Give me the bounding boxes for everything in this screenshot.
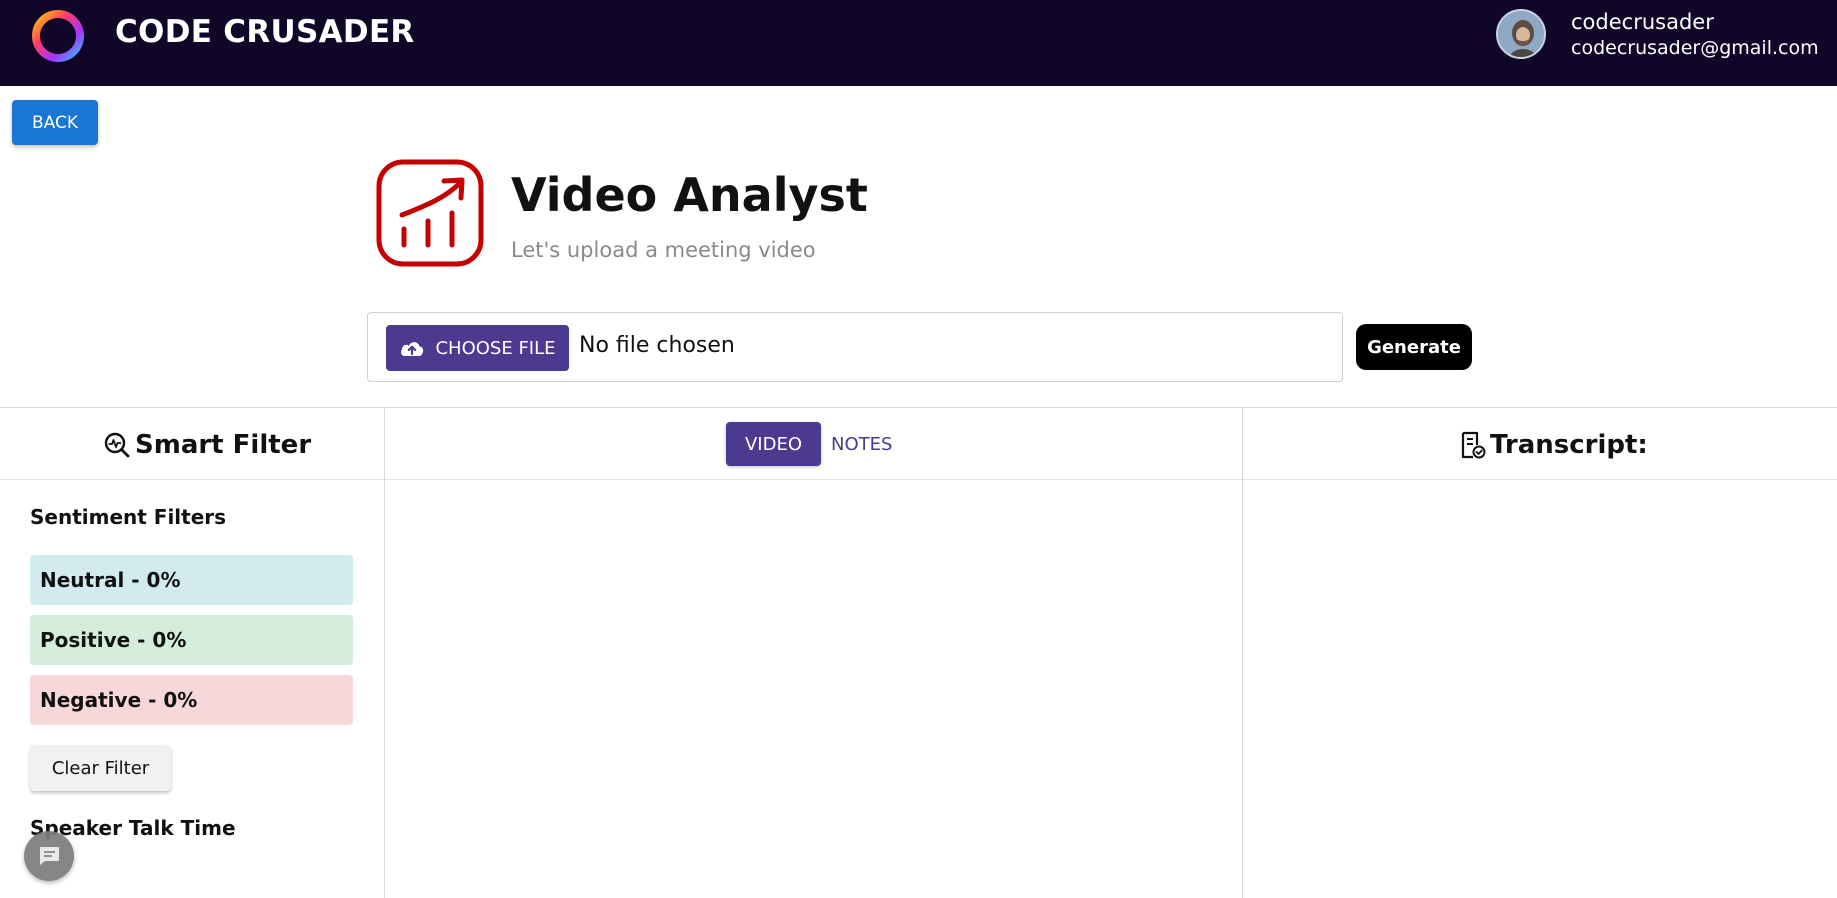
choose-file-label: CHOOSE FILE [435,337,556,359]
smart-filter-title: Smart Filter [135,430,312,460]
page-subtitle: Let's upload a meeting video [511,238,816,262]
brand-logo-icon[interactable] [30,8,86,64]
generate-button[interactable]: Generate [1356,324,1472,370]
choose-file-button[interactable]: CHOOSE FILE [386,325,569,371]
user-name: codecrusader [1571,10,1714,34]
filter-neutral[interactable]: Neutral - 0% [30,555,353,605]
filter-positive[interactable]: Positive - 0% [30,615,353,665]
user-avatar[interactable] [1496,9,1546,59]
search-analytics-icon [104,432,130,458]
tab-video[interactable]: VIDEO [726,422,821,466]
column-divider-left [384,408,385,898]
page-title: Video Analyst [511,168,868,222]
column-header-divider [0,479,1837,480]
back-button[interactable]: BACK [12,100,98,145]
file-upload-field: CHOOSE FILE No file chosen [367,312,1343,382]
tab-notes[interactable]: NOTES [831,422,892,466]
smart-filter-header: Smart Filter [103,430,311,460]
file-status-text: No file chosen [579,333,735,358]
filter-negative[interactable]: Negative - 0% [30,675,353,725]
transcript-header: Transcript: [1460,430,1648,460]
top-app-bar: CODE CRUSADER codecrusader codecrusader@… [0,0,1837,86]
column-divider-right [1242,408,1243,898]
document-check-icon [1461,431,1486,459]
sentiment-filters-title: Sentiment Filters [30,505,227,529]
trending-up-chart-icon [376,159,484,267]
cloud-upload-icon [401,342,424,356]
chat-button[interactable] [24,831,74,881]
section-divider [0,407,1837,408]
clear-filter-button[interactable]: Clear Filter [30,745,171,791]
brand-title: CODE CRUSADER [115,14,415,50]
user-email: codecrusader@gmail.com [1571,37,1819,59]
chat-bubble-icon [40,847,59,865]
transcript-title: Transcript: [1490,430,1648,460]
